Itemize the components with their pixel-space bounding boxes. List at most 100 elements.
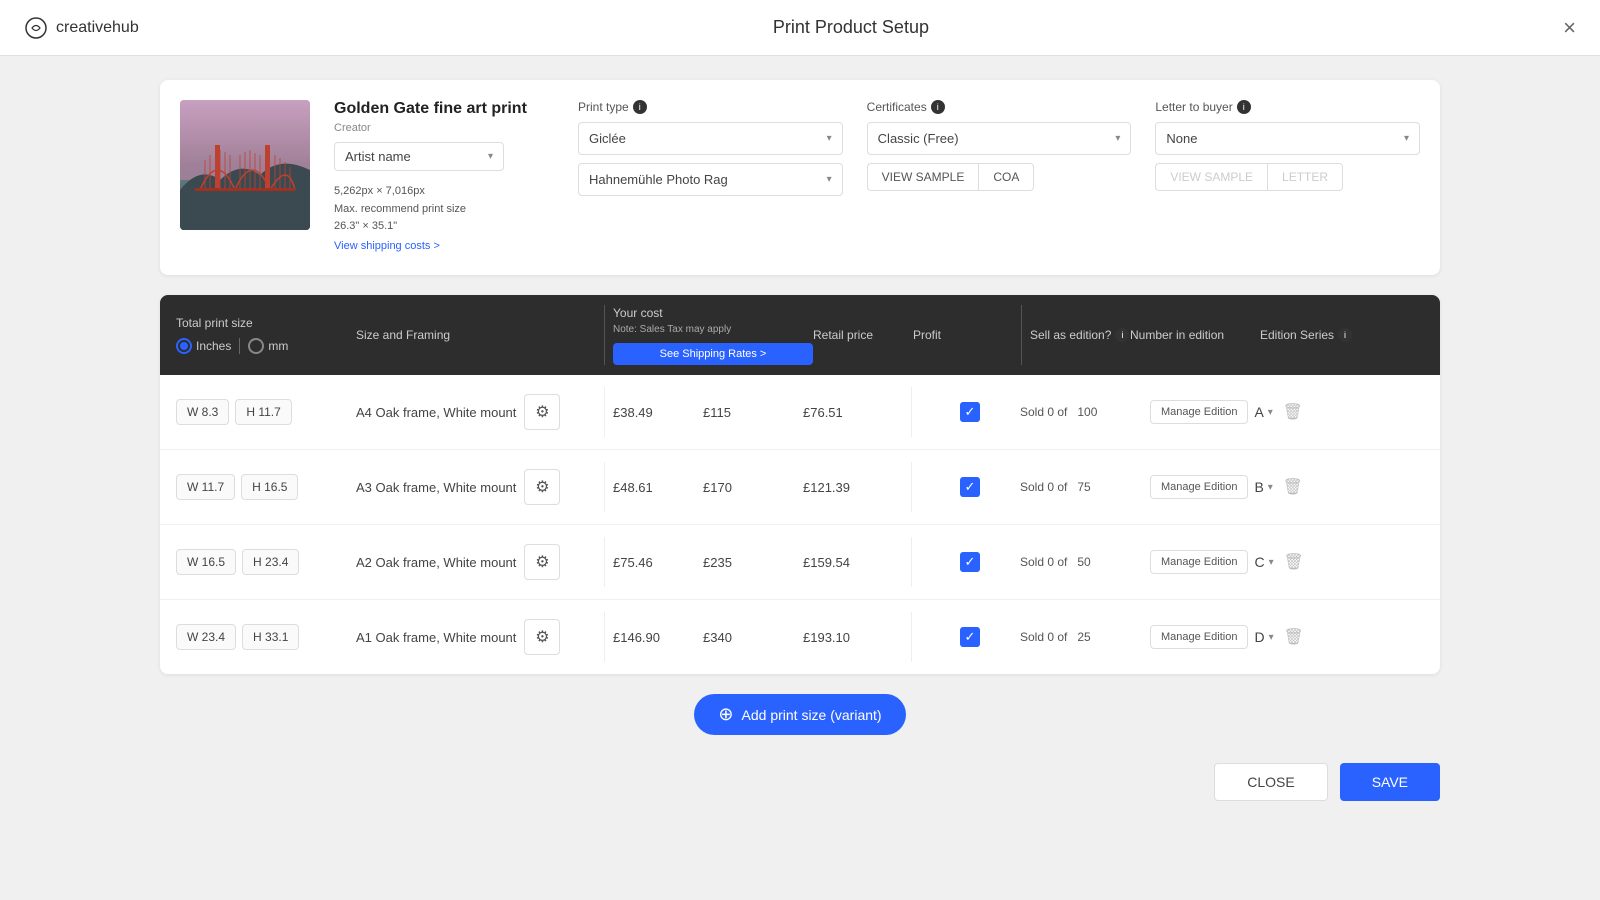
- cell-framing-3: A1 Oak frame, White mount ⚙: [356, 619, 596, 655]
- inches-label[interactable]: Inches: [196, 339, 231, 353]
- series-chevron-icon-1: ▾: [1268, 482, 1273, 493]
- print-type-info-icon[interactable]: i: [633, 100, 647, 114]
- width-box-2[interactable]: W 16.5: [176, 549, 236, 575]
- height-box-0[interactable]: H 11.7: [235, 399, 291, 425]
- view-sample2-button[interactable]: VIEW SAMPLE: [1155, 163, 1267, 191]
- variants-table: Total print size Inches mm Size and Fram…: [160, 295, 1440, 674]
- view-shipping-link[interactable]: View shipping costs >: [334, 238, 440, 256]
- th-retail-price: Retail price: [813, 328, 913, 342]
- cell-num-edition-0: Sold 0 of 100: [1020, 405, 1150, 419]
- units-row: Inches mm: [176, 338, 356, 354]
- manage-edition-button-0[interactable]: Manage Edition: [1150, 400, 1248, 424]
- logo-icon: [24, 16, 48, 40]
- close-x-button[interactable]: ×: [1563, 17, 1576, 39]
- cell-cost-0: £38.49: [613, 405, 703, 420]
- manage-edition-button-1[interactable]: Manage Edition: [1150, 475, 1248, 499]
- sell-edition-checkbox-2[interactable]: ✓: [960, 552, 980, 572]
- cell-framing-1: A3 Oak frame, White mount ⚙: [356, 469, 596, 505]
- series-select-0[interactable]: A ▾: [1254, 404, 1272, 420]
- coa-button[interactable]: COA: [978, 163, 1034, 191]
- product-dims: 5,262px × 7,016px Max. recommend print s…: [334, 183, 554, 255]
- cell-profit-3: £193.10: [803, 630, 903, 645]
- sell-edition-info-icon[interactable]: i: [1115, 328, 1129, 342]
- save-button[interactable]: SAVE: [1340, 763, 1440, 801]
- cell-retail-3: £340: [703, 630, 803, 645]
- width-box-0[interactable]: W 8.3: [176, 399, 229, 425]
- print-type-group: Print type i Giclée ▾ Hahnemühle Photo R…: [578, 100, 843, 255]
- product-image: [180, 100, 310, 230]
- edition-series-info-icon[interactable]: i: [1338, 328, 1352, 342]
- add-variant-label: Add print size (variant): [742, 707, 882, 723]
- manage-edition-button-3[interactable]: Manage Edition: [1150, 625, 1248, 649]
- framing-label-2: A2 Oak frame, White mount: [356, 555, 516, 570]
- paper-chevron-icon: ▾: [827, 174, 832, 185]
- unit-separator: [239, 338, 240, 354]
- letter-select[interactable]: None ▾: [1155, 122, 1420, 155]
- cert-buttons: VIEW SAMPLE COA: [867, 163, 1132, 191]
- th-sell-edition: Sell as edition? i: [1030, 328, 1130, 342]
- series-chevron-icon-0: ▾: [1268, 407, 1273, 418]
- mm-label[interactable]: mm: [268, 339, 288, 353]
- table-header: Total print size Inches mm Size and Fram…: [160, 295, 1440, 375]
- letter-button[interactable]: LETTER: [1267, 163, 1343, 191]
- height-box-3[interactable]: H 33.1: [242, 624, 299, 650]
- th-total-print-size: Total print size Inches mm: [176, 316, 356, 354]
- print-type-select[interactable]: Giclée ▾: [578, 122, 843, 155]
- series-chevron-icon-3: ▾: [1269, 632, 1274, 643]
- height-box-2[interactable]: H 23.4: [242, 549, 299, 575]
- gear-button-2[interactable]: ⚙: [524, 544, 560, 580]
- series-chevron-icon-2: ▾: [1269, 557, 1274, 568]
- product-card: Golden Gate fine art print Creator Artis…: [160, 80, 1440, 275]
- series-select-1[interactable]: B ▾: [1254, 479, 1272, 495]
- certificates-info-icon[interactable]: i: [931, 100, 945, 114]
- cert-chevron-icon: ▾: [1115, 133, 1120, 144]
- add-variant-button[interactable]: ⊕ Add print size (variant): [694, 694, 905, 735]
- logo: creativehub: [24, 16, 139, 40]
- cell-sep-1-2: [604, 537, 605, 587]
- print-type-label: Print type i: [578, 100, 843, 114]
- gear-button-1[interactable]: ⚙: [524, 469, 560, 505]
- mm-radio[interactable]: [248, 338, 264, 354]
- width-box-1[interactable]: W 11.7: [176, 474, 235, 500]
- main-content: Golden Gate fine art print Creator Artis…: [0, 56, 1600, 900]
- manage-edition-button-2[interactable]: Manage Edition: [1150, 550, 1248, 574]
- max-size: 26.3" × 35.1": [334, 218, 554, 236]
- cell-sell-edition-0: ✓: [920, 402, 1020, 422]
- sell-edition-checkbox-3[interactable]: ✓: [960, 627, 980, 647]
- add-variant-section: ⊕ Add print size (variant): [160, 694, 1440, 735]
- cell-retail-1: £170: [703, 480, 803, 495]
- letter-to-buyer-group: Letter to buyer i None ▾ VIEW SAMPLE LET…: [1155, 100, 1420, 255]
- cell-sep-1-0: [604, 387, 605, 437]
- height-box-1[interactable]: H 16.5: [241, 474, 298, 500]
- series-select-2[interactable]: C ▾: [1254, 554, 1273, 570]
- print-type-chevron-icon: ▾: [827, 133, 832, 144]
- cell-profit-2: £159.54: [803, 555, 903, 570]
- gear-button-0[interactable]: ⚙: [524, 394, 560, 430]
- delete-row-button-1[interactable]: 🗑: [1279, 473, 1307, 501]
- delete-row-button-3[interactable]: 🗑: [1280, 623, 1308, 651]
- th-your-cost: Your cost: [613, 306, 813, 320]
- th-edition-series: Edition Series i: [1260, 328, 1424, 342]
- width-box-3[interactable]: W 23.4: [176, 624, 236, 650]
- sell-edition-checkbox-0[interactable]: ✓: [960, 402, 980, 422]
- cell-framing-2: A2 Oak frame, White mount ⚙: [356, 544, 596, 580]
- table-row: W 16.5 H 23.4 A2 Oak frame, White mount …: [160, 525, 1440, 600]
- cell-sell-edition-1: ✓: [920, 477, 1020, 497]
- series-select-3[interactable]: D ▾: [1254, 629, 1273, 645]
- close-button[interactable]: CLOSE: [1214, 763, 1327, 801]
- artist-chevron-icon: ▾: [488, 151, 493, 162]
- inches-radio[interactable]: [176, 338, 192, 354]
- certificates-select[interactable]: Classic (Free) ▾: [867, 122, 1132, 155]
- letter-info-icon[interactable]: i: [1237, 100, 1251, 114]
- cell-sep-2-2: [911, 537, 912, 587]
- plus-circle-icon: ⊕: [718, 704, 733, 725]
- delete-row-button-0[interactable]: 🗑: [1279, 398, 1307, 426]
- paper-select[interactable]: Hahnemühle Photo Rag ▾: [578, 163, 843, 196]
- artist-select[interactable]: Artist name ▾: [334, 142, 504, 171]
- see-shipping-button[interactable]: See Shipping Rates >: [613, 343, 813, 365]
- letter-chevron-icon: ▾: [1404, 133, 1409, 144]
- view-sample-button[interactable]: VIEW SAMPLE: [867, 163, 979, 191]
- delete-row-button-2[interactable]: 🗑: [1280, 548, 1308, 576]
- gear-button-3[interactable]: ⚙: [524, 619, 560, 655]
- sell-edition-checkbox-1[interactable]: ✓: [960, 477, 980, 497]
